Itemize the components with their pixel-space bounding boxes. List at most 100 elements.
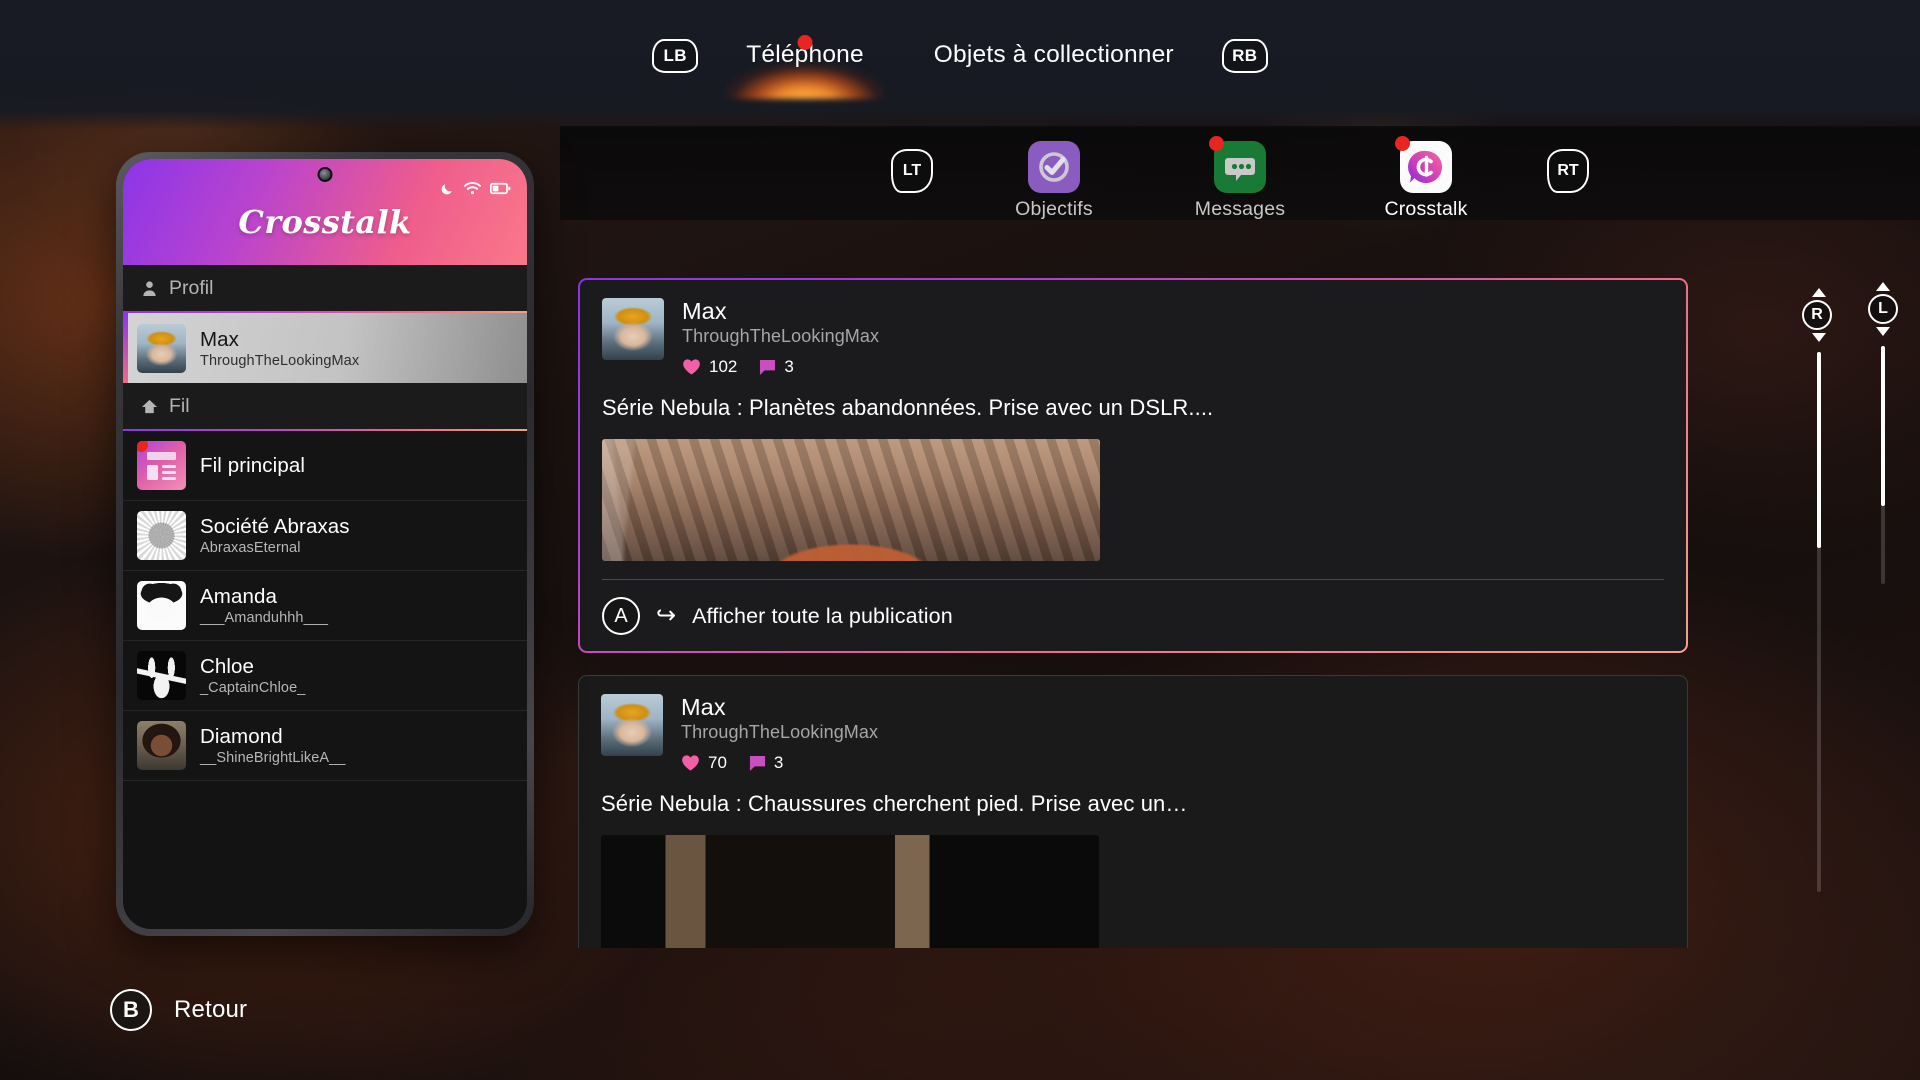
app-switcher-row: LT Objectifs Messages Crosstalk RT (560, 126, 1920, 236)
a-button-icon[interactable]: A (602, 597, 640, 635)
speech-bubble-icon (1209, 136, 1266, 193)
post-author-name: Max (681, 694, 726, 720)
section-header-fil: Fil (123, 383, 527, 431)
post-image[interactable] (602, 439, 1100, 561)
top-tab-bar: LB Téléphone Objets à collectionner RB (0, 0, 1920, 112)
chloe-avatar (137, 651, 186, 700)
app-item-objectifs[interactable]: Objectifs (989, 141, 1119, 221)
phone-scroll-track[interactable] (1881, 346, 1885, 584)
post-author-avatar (601, 694, 663, 756)
post-likes: 70 (681, 753, 727, 773)
post-text: Série Nebula : Chaussures cherchent pied… (601, 791, 1188, 816)
right-trigger-button[interactable]: RT (1547, 149, 1589, 193)
phone-app-header: Crosstalk (123, 159, 527, 265)
section-label-profil: Profil (169, 276, 214, 299)
tab-telephone[interactable]: Téléphone (724, 31, 886, 81)
moon-icon (441, 184, 452, 195)
post-card-2[interactable]: Max ThroughTheLookingMax 70 3 Série Nebu… (578, 675, 1688, 948)
post-stats: 70 3 (681, 753, 878, 773)
right-stick-button[interactable]: R (1802, 300, 1832, 330)
feed-scroll-track[interactable] (1817, 352, 1821, 892)
feed-item-chloe[interactable]: Chloe _CaptainChloe_ (123, 641, 527, 711)
tab-collectibles-label: Objets à collectionner (933, 41, 1174, 68)
crosstalk-notification-dot (1395, 136, 1410, 151)
person-icon (141, 280, 158, 297)
scroll-down-caret-icon (1876, 327, 1890, 336)
battery-icon (490, 182, 511, 195)
post-view-full-action[interactable]: A ↪ Afficher toute la publication (602, 597, 1664, 635)
top-tab-bar-fade (0, 112, 1920, 130)
feed-item-handle: AbraxasEternal (200, 540, 301, 556)
phone-device: Crosstalk Profil Max ThroughTheLookingMa… (116, 152, 534, 936)
back-label: Retour (174, 996, 248, 1023)
left-trigger-button[interactable]: LT (891, 149, 933, 193)
post-view-full-label: Afficher toute la publication (692, 603, 953, 628)
post-likes-count: 70 (708, 753, 727, 772)
post-author-handle: ThroughTheLookingMax (681, 722, 879, 742)
feed-item-name: Chloe (200, 655, 255, 678)
phone-app-title: Crosstalk (238, 203, 412, 241)
post-divider (602, 579, 1664, 580)
abraxas-avatar (137, 511, 186, 560)
right-bumper-button[interactable]: RB (1221, 39, 1268, 73)
app-item-crosstalk[interactable]: Crosstalk (1361, 136, 1491, 221)
feed-item-name: Amanda (200, 585, 277, 608)
post-author-avatar (602, 298, 664, 360)
feed-item-name: Diamond (200, 725, 283, 748)
phone-list-scrollbar[interactable]: L (1868, 282, 1898, 612)
post-image[interactable] (601, 835, 1099, 948)
post-likes-count: 102 (709, 357, 738, 376)
bottom-action-bar: B Retour (0, 940, 1920, 1080)
wifi-icon (464, 182, 481, 195)
feed-item-handle: ___Amanduhhh___ (200, 610, 329, 626)
app-label-crosstalk: Crosstalk (1384, 198, 1468, 220)
heart-icon (683, 359, 700, 375)
feed-scrollbar[interactable]: R (1802, 288, 1836, 928)
home-icon (141, 398, 158, 415)
amanda-avatar (137, 581, 186, 630)
feed-item-name: Société Abraxas (200, 515, 350, 538)
feed-item-societe-abraxas[interactable]: Société Abraxas AbraxasEternal (123, 501, 527, 571)
heart-icon (682, 755, 699, 771)
crosstalk-c-icon (1395, 136, 1452, 193)
post-author-handle: ThroughTheLookingMax (682, 326, 880, 346)
tab-collectibles[interactable]: Objets à collectionner (912, 31, 1196, 81)
app-item-messages[interactable]: Messages (1175, 136, 1305, 221)
post-comments-count: 3 (784, 357, 794, 376)
phone-screen: Crosstalk Profil Max ThroughTheLookingMa… (123, 159, 527, 929)
post-text: Série Nebula : Planètes abandonnées. Pri… (602, 395, 1214, 420)
hook-arrow-icon: ↪ (656, 602, 677, 629)
tab-notification-dot (797, 35, 813, 50)
post-header: Max ThroughTheLookingMax 102 3 (602, 298, 1664, 377)
checkmark-circle-icon (1028, 141, 1080, 193)
section-header-profil: Profil (123, 265, 527, 313)
left-bumper-button[interactable]: LB (652, 39, 699, 73)
max-avatar (137, 323, 186, 373)
diamond-avatar (137, 721, 186, 770)
feed-scroll-thumb[interactable] (1817, 352, 1821, 548)
post-comments: 3 (759, 357, 794, 377)
post-comments: 3 (749, 753, 783, 773)
feed-item-fil-principal[interactable]: Fil principal (123, 431, 527, 501)
post-comments-count: 3 (773, 753, 784, 772)
feed-item-amanda[interactable]: Amanda ___Amanduhhh___ (123, 571, 527, 641)
profile-name: Max (200, 327, 240, 351)
phone-scroll-thumb[interactable] (1881, 346, 1885, 506)
phone-status-bar (440, 181, 511, 196)
section-label-fil: Fil (169, 394, 190, 417)
crosstalk-feed: Max ThroughTheLookingMax 102 3 Série Neb… (578, 278, 1688, 948)
feed-item-name: Fil principal (200, 453, 305, 477)
feed-item-handle: __ShineBrightLikeA__ (200, 750, 346, 766)
scroll-down-caret-icon (1812, 333, 1826, 342)
news-feed-icon (137, 441, 186, 490)
messages-notification-dot (1209, 136, 1224, 151)
feed-item-diamond[interactable]: Diamond __ShineBrightLikeA__ (123, 711, 527, 781)
contact-row-profile-max[interactable]: Max ThroughTheLookingMax (123, 313, 527, 383)
app-label-objectifs: Objectifs (1015, 198, 1093, 220)
comment-icon (760, 359, 776, 375)
left-stick-button[interactable]: L (1868, 294, 1898, 324)
post-card-1[interactable]: Max ThroughTheLookingMax 102 3 Série Neb… (578, 278, 1688, 653)
scroll-up-caret-icon (1876, 282, 1890, 291)
b-button-icon[interactable]: B (110, 989, 152, 1031)
comment-icon (749, 755, 765, 771)
